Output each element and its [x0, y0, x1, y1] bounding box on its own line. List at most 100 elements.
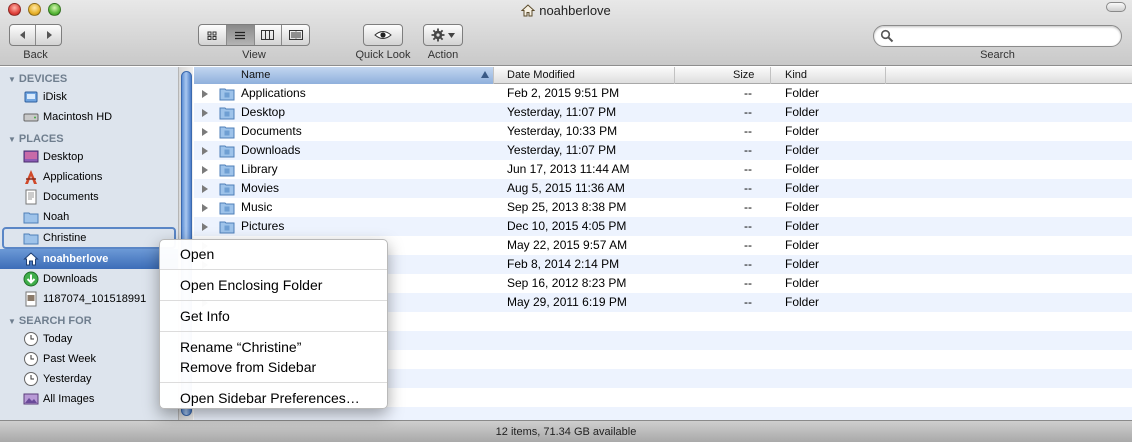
menu-item-open[interactable]: Open — [160, 244, 387, 264]
table-row[interactable]: Downloads Yesterday, 11:07 PM -- Folder — [194, 141, 1132, 160]
file-kind: Folder — [785, 219, 820, 233]
quick-look-cell — [364, 25, 402, 45]
icon-view-button[interactable] — [199, 25, 227, 45]
file-name: Desktop — [241, 105, 286, 119]
column-header-date[interactable]: Date Modified — [494, 67, 675, 84]
sidebar-item-yesterday[interactable]: Yesterday — [0, 369, 178, 389]
disclosure-triangle-icon[interactable] — [202, 204, 208, 212]
sidebar-item-desktop[interactable]: Desktop — [0, 147, 178, 167]
column-header-date-text: Date Modified — [507, 69, 575, 81]
table-row[interactable]: Library Jun 17, 2013 11:44 AM -- Folder — [194, 160, 1132, 179]
context-menu: Open Open Enclosing Folder Get Info Rena… — [159, 239, 388, 409]
file-date: Jun 17, 2013 11:44 AM — [507, 162, 630, 176]
sidebar-item-file[interactable]: 1187074_101518991 — [0, 289, 178, 309]
sidebar-item-label: Past Week — [43, 353, 96, 365]
column-view-button[interactable] — [255, 25, 283, 45]
gear-icon — [431, 28, 445, 42]
sidebar-item-applications[interactable]: Applications — [0, 167, 178, 187]
disclosure-triangle-icon[interactable] — [202, 185, 208, 193]
sidebar-item-noahberlove[interactable]: noahberlove — [0, 249, 178, 269]
file-date: Yesterday, 11:07 PM — [507, 105, 617, 119]
file-kind: Folder — [785, 105, 820, 119]
action-menu-button[interactable] — [423, 24, 463, 46]
table-row[interactable]: Movies Aug 5, 2015 11:36 AM -- Folder — [194, 179, 1132, 198]
column-header-kind[interactable]: Kind — [771, 67, 886, 84]
column-header-name[interactable]: Name — [194, 67, 494, 84]
file-kind: Folder — [785, 162, 820, 176]
disclosure-triangle-icon[interactable] — [202, 90, 208, 98]
sidebar-item-idisk[interactable]: iDisk — [0, 87, 178, 107]
table-row[interactable]: Music Sep 25, 2013 8:38 PM -- Folder — [194, 198, 1132, 217]
toolbar: noahberlove Back View Quick Look Action … — [0, 0, 1132, 66]
sidebar-item-label: Yesterday — [43, 373, 92, 385]
file-size: -- — [744, 238, 752, 252]
sidebar-item-documents[interactable]: Documents — [0, 187, 178, 207]
sidebar-item-label: Macintosh HD — [43, 111, 113, 123]
coverflow-view-icon — [288, 30, 303, 40]
folder-icon — [219, 107, 235, 120]
file-size: -- — [744, 200, 752, 214]
disclosure-triangle-icon[interactable] — [202, 109, 208, 117]
sidebar: ▼ DEVICES iDisk Macintosh HD ▼ PLACES Desk… — [0, 67, 178, 420]
view-label: View — [242, 49, 266, 61]
sidebar-item-today[interactable]: Today — [0, 329, 178, 349]
coverflow-view-button[interactable] — [282, 25, 309, 45]
sidebar-heading-places[interactable]: ▼ PLACES — [0, 131, 178, 147]
clock-icon — [24, 352, 38, 366]
back-label: Back — [23, 49, 48, 61]
forward-arrow-icon — [46, 31, 52, 39]
table-row[interactable]: Documents Yesterday, 10:33 PM -- Folder — [194, 122, 1132, 141]
disclosure-triangle-icon[interactable] — [202, 128, 208, 136]
list-view-button[interactable] — [226, 25, 255, 45]
window-title: noahberlove — [0, 3, 1132, 18]
back-button[interactable] — [10, 25, 36, 45]
menu-item-rename[interactable]: Rename “Christine” — [160, 337, 387, 357]
menu-item-open-enclosing-folder[interactable]: Open Enclosing Folder — [160, 275, 387, 295]
disclosure-triangle-icon[interactable] — [202, 223, 208, 231]
file-name: Music — [241, 200, 273, 214]
file-kind: Folder — [785, 257, 820, 271]
file-kind: Folder — [785, 181, 820, 195]
table-row[interactable]: Desktop Yesterday, 11:07 PM -- Folder — [194, 103, 1132, 122]
file-name: Movies — [241, 181, 280, 195]
folder-icon — [219, 202, 235, 215]
file-name: Applications — [241, 86, 306, 100]
applications-icon — [25, 170, 37, 184]
clock-icon — [24, 372, 38, 386]
menu-separator — [160, 300, 387, 301]
quick-look-button[interactable] — [363, 24, 403, 46]
sidebar-heading-search-for[interactable]: ▼ SEARCH FOR — [0, 313, 178, 329]
search-field[interactable] — [873, 25, 1122, 47]
back-arrow-icon — [19, 31, 25, 39]
sidebar-heading-devices[interactable]: ▼ DEVICES — [0, 71, 178, 87]
file-date: May 22, 2015 9:57 AM — [507, 238, 628, 252]
eye-icon — [374, 31, 392, 39]
sidebar-item-macintosh-hd[interactable]: Macintosh HD — [0, 107, 178, 127]
column-header-size[interactable]: Size — [675, 67, 771, 84]
folder-icon — [23, 233, 39, 245]
sidebar-item-noah[interactable]: Noah — [0, 207, 178, 227]
search-input[interactable] — [896, 28, 1116, 44]
column-header-name-text: Name — [241, 69, 271, 81]
file-kind: Folder — [785, 86, 820, 100]
forward-button[interactable] — [36, 25, 61, 45]
file-name: Documents — [241, 124, 302, 138]
sidebar-item-all-images[interactable]: All Images — [0, 389, 178, 409]
menu-item-remove-from-sidebar[interactable]: Remove from Sidebar — [160, 357, 387, 377]
sidebar-item-past-week[interactable]: Past Week — [0, 349, 178, 369]
chevron-down-icon — [448, 32, 455, 38]
disclosure-triangle-icon[interactable] — [202, 147, 208, 155]
hard-drive-icon — [23, 113, 39, 122]
table-row[interactable]: Pictures Dec 10, 2015 4:05 PM -- Folder — [194, 217, 1132, 236]
file-name: Pictures — [241, 219, 285, 233]
sidebar-item-christine[interactable]: Christine — [2, 227, 176, 249]
toolbar-toggle-button[interactable] — [1106, 2, 1126, 12]
menu-item-get-info[interactable]: Get Info — [160, 306, 387, 326]
file-date: Sep 16, 2012 8:23 PM — [507, 276, 627, 290]
disclosure-triangle-icon[interactable] — [202, 166, 208, 174]
sidebar-item-downloads[interactable]: Downloads — [0, 269, 178, 289]
search-heading-text: SEARCH FOR — [18, 315, 92, 327]
menu-item-sidebar-preferences[interactable]: Open Sidebar Preferences… — [160, 388, 387, 408]
table-row[interactable]: Applications Feb 2, 2015 9:51 PM -- Folder — [194, 84, 1132, 103]
file-date: Sep 25, 2013 8:38 PM — [507, 200, 627, 214]
